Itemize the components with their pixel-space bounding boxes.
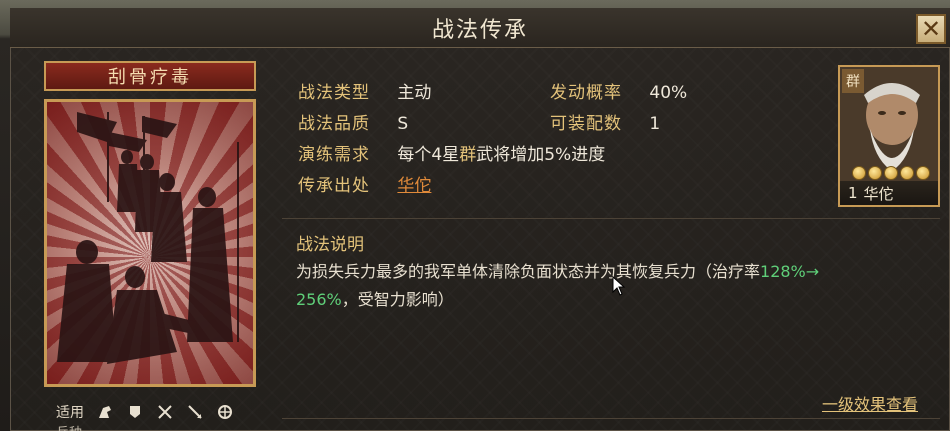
warriors-silhouette-icon [57,112,239,364]
quality-row: 战法品质 S [298,109,408,134]
window-title: 战法传承 [431,17,528,43]
practice-label: 演练需求 [298,145,370,165]
star-icon [884,166,898,180]
equip-value: 1 [649,114,661,134]
quality-label: 战法品质 [298,114,370,134]
close-icon: ✕ [920,15,942,43]
trigger-value: 40% [649,83,688,103]
cavalry-icon [96,403,114,421]
description-suffix: ，受智力影响） [341,290,454,309]
hero-name-bar: 1 华佗 [840,181,938,205]
practice-value-prefix: 每个4星 [397,145,460,165]
practice-value-faction: 群 [459,145,477,165]
type-value: 主动 [397,83,432,103]
source-row: 传承出处 华佗 [298,171,431,196]
equip-label: 可装配数 [550,114,622,134]
hero-star-rating [852,166,930,180]
skill-name-plate: 刮骨疗毒 [44,61,256,91]
type-row: 战法类型 主动 [298,78,431,103]
practice-value-suffix: 武将增加5%进度 [476,145,606,165]
skill-card-art [44,99,256,387]
star-icon [916,166,930,180]
practice-row: 演练需求 每个4星群武将增加5%进度 [298,140,605,165]
faction-badge: 群 [842,69,864,93]
description-title: 战法说明 [296,235,364,255]
title-bar: 战法传承 [10,8,950,48]
skill-info-panel: 战法类型 主动 发动概率 40% 战法品质 S 可装配数 1 演练需求 每个4星… [282,64,822,206]
siege-icon [216,403,234,421]
archer-icon [156,403,174,421]
star-icon [900,166,914,180]
skill-name: 刮骨疗毒 [108,67,192,88]
applicable-troops: 适用 [56,402,234,422]
trigger-row: 发动概率 40% [550,78,687,103]
description-heal-rate-1: 128%→ [760,262,820,281]
description-text: 为损失兵力最多的我军单体清除负面状态并为其恢复兵力（治疗率128%→ 256%，受… [296,258,916,314]
description-heal-rate-2: 256% [296,290,342,309]
hero-name: 华佗 [863,184,894,203]
shield-icon [126,403,144,421]
description-prefix: 为损失兵力最多的我军单体清除负面状态并为其恢复兵力（治疗率 [296,262,761,281]
close-button[interactable]: ✕ [916,14,946,44]
level-one-effect-link[interactable]: 一级效果查看 [822,391,918,415]
divider-top [282,218,940,219]
spear-icon [186,403,204,421]
trigger-label: 发动概率 [550,83,622,103]
equip-row: 可装配数 1 [550,109,660,134]
star-icon [868,166,882,180]
hero-level: 1 [848,184,858,202]
star-icon [852,166,866,180]
type-label: 战法类型 [298,83,370,103]
applicable-label: 适用 [56,405,84,421]
source-hero-link[interactable]: 华佗 [397,176,431,196]
divider-bottom [282,418,940,419]
source-label: 传承出处 [298,176,370,196]
mouse-cursor-icon [612,276,626,296]
applicable-sub-label: 兵种 [56,422,82,431]
practice-value: 每个4星群武将增加5%进度 [397,145,605,165]
quality-value: S [397,114,409,134]
hero-portrait-card[interactable]: 群 1 华佗 [838,65,940,207]
